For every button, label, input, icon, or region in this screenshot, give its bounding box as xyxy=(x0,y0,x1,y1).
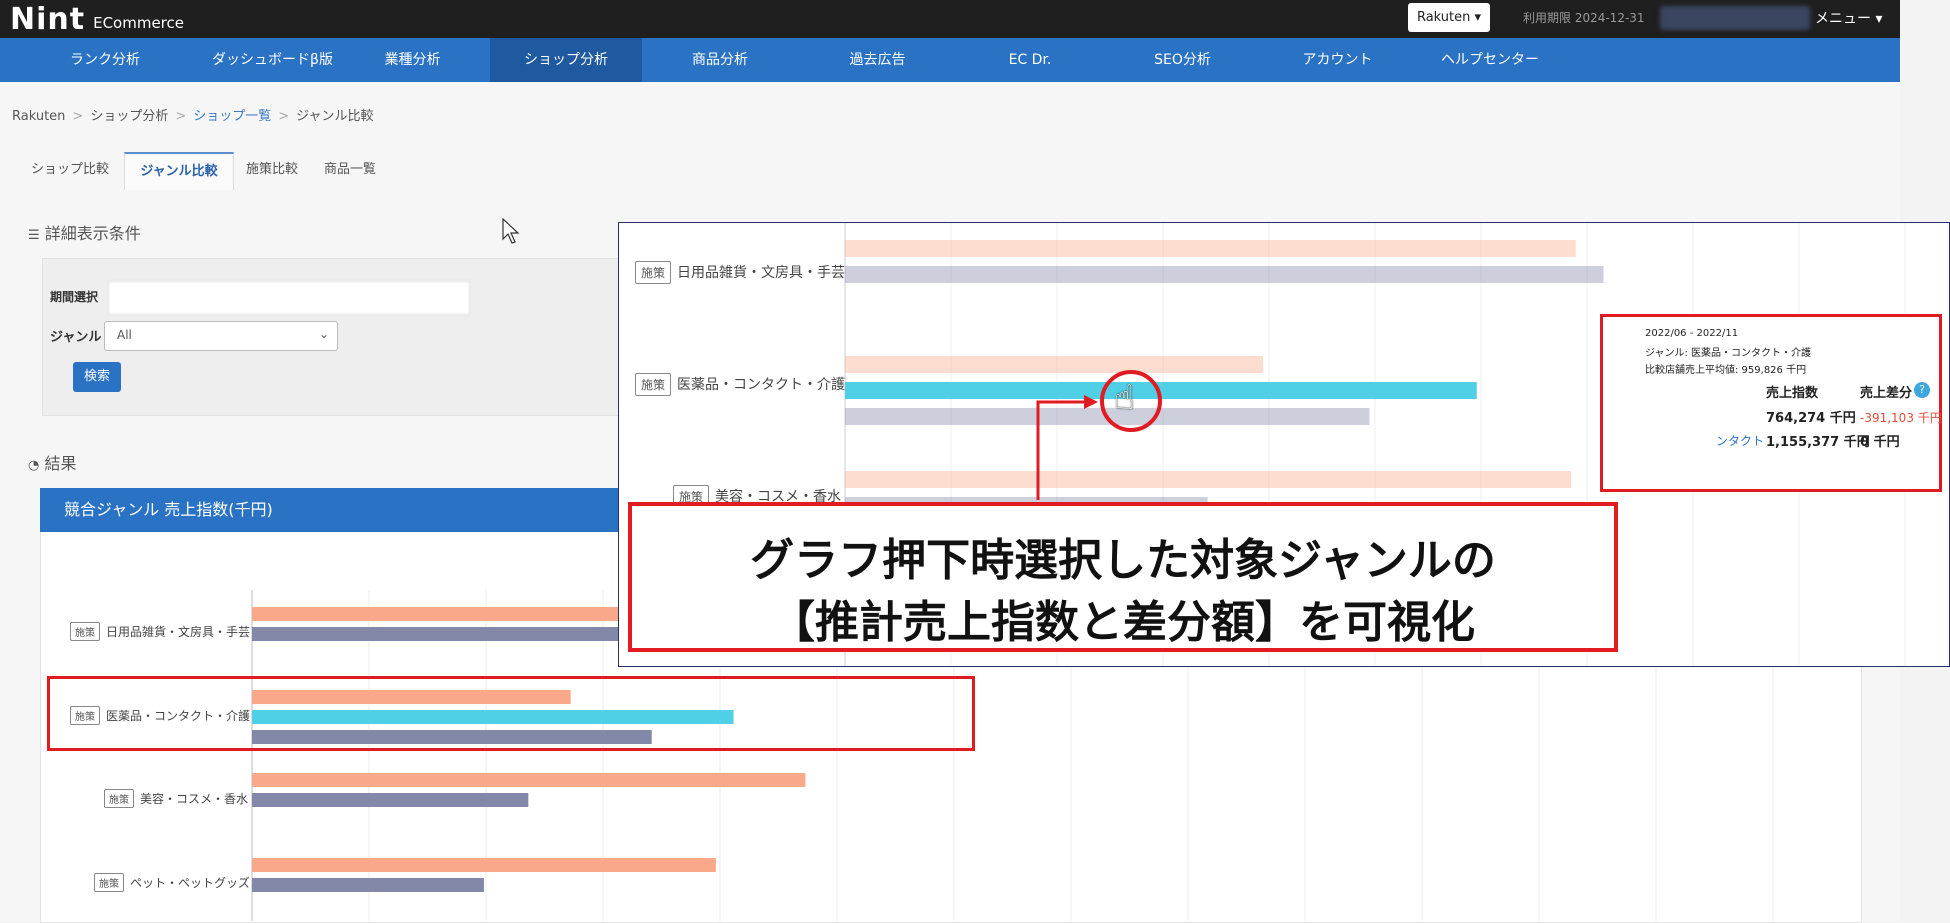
product-name: ECommerce xyxy=(93,14,184,32)
nav-item[interactable]: 商品分析 xyxy=(650,38,790,82)
tooltip-row2-diff: 0 千円 xyxy=(1860,435,1900,450)
tooltip-row1-diff: -391,103 千円 xyxy=(1860,411,1942,425)
inset-bar xyxy=(845,266,1604,283)
tooltip-genre: ジャンル: 医薬品・コンタクト・介護 xyxy=(1645,348,1812,359)
user-account-blurred[interactable] xyxy=(1660,6,1810,30)
tab-genre-compare[interactable]: ジャンル比較 xyxy=(124,152,234,190)
inset-bar xyxy=(845,356,1264,373)
region-label: Rakuten xyxy=(1416,10,1471,25)
breadcrumb-item[interactable]: ショップ分析 xyxy=(90,109,168,124)
callout-line-1: グラフ押下時選択した対象ジャンルの xyxy=(750,535,1496,586)
tooltip-row1-value: 764,274 千円 xyxy=(1766,411,1856,426)
genre-label-row[interactable]: 施策 日用品雑貨・文房具・手芸 xyxy=(70,622,250,641)
badge: 施策 xyxy=(104,789,134,808)
category-label: ペット・ペットグッズ xyxy=(130,876,251,890)
tooltip-average: 比較店舗売上平均値: 959,826 千円 xyxy=(1645,365,1807,376)
menu-label: メニュー xyxy=(1815,11,1871,27)
callout-line-2: 【推計売上指数と差分額】を可視化 xyxy=(771,597,1475,648)
highlight-frame xyxy=(47,676,975,751)
inset-bar xyxy=(845,240,1576,257)
conditions-title[interactable]: ☰ 詳細表示条件 xyxy=(28,220,141,244)
inset-category-label: 医薬品・コンタクト・介護 xyxy=(677,377,846,393)
category-label: 美容・コスメ・香水 xyxy=(140,792,249,806)
help-icon[interactable]: ? xyxy=(1914,382,1930,398)
search-button[interactable]: 検索 xyxy=(73,362,121,392)
pointer-hand-icon: ☝ xyxy=(1114,378,1135,418)
inset-genre-label[interactable]: 施策 日用品雑貨・文房具・手芸 xyxy=(635,261,845,284)
chevron-down-icon: ⌄ xyxy=(318,327,329,341)
nav-item[interactable]: ダッシュボードβ版 xyxy=(185,38,360,82)
breadcrumb-item[interactable]: Rakuten xyxy=(12,109,65,124)
period-label: 期間選択 xyxy=(50,290,99,304)
badge: 施策 xyxy=(635,373,672,396)
breadcrumb: Rakuten > ショップ分析 > ショップ一覧 > ジャンル比較 xyxy=(12,109,374,124)
chart-title: 競合ジャンル 売上指数(千円) xyxy=(64,500,273,519)
breadcrumb-item[interactable]: ショップ一覧 xyxy=(193,109,271,124)
result-title: ◔ 結果 xyxy=(28,450,76,474)
category-label: 日用品雑貨・文房具・手芸 xyxy=(106,625,251,639)
inset-bar xyxy=(845,471,1572,488)
tooltip-row2-value: 1,155,377 千円 xyxy=(1766,435,1870,450)
breadcrumb-current: ジャンル比較 xyxy=(296,109,374,124)
genre-label: ジャンル xyxy=(50,330,102,345)
nav-item[interactable]: ランク分析 xyxy=(40,38,170,82)
genre-select-value: All xyxy=(117,328,132,342)
tab-product-list[interactable]: 商品一覧 xyxy=(312,152,388,188)
result-title-text: 結果 xyxy=(44,454,77,473)
inset-genre-label[interactable]: 施策 医薬品・コンタクト・介護 xyxy=(635,373,845,396)
app-logo[interactable]: Nint ECommerce xyxy=(10,1,184,37)
genre-label-row[interactable]: 施策 ペット・ペットグッズ xyxy=(94,873,250,892)
conditions-title-text: 詳細表示条件 xyxy=(44,224,141,243)
badge: 施策 xyxy=(70,622,100,641)
genre-label-row[interactable]: 施策 美容・コスメ・香水 xyxy=(104,789,248,808)
nav-item[interactable]: SEO分析 xyxy=(1105,38,1260,82)
tooltip-row2-name: ンタクト xyxy=(1716,434,1765,448)
tooltip-period: 2022/06 - 2022/11 xyxy=(1645,328,1739,339)
badge: 施策 xyxy=(94,873,124,892)
nav-item[interactable]: 過去広告 xyxy=(800,38,955,82)
nav-item[interactable]: EC Dr. xyxy=(955,38,1105,82)
nav-item[interactable]: 業種分析 xyxy=(350,38,475,82)
main-nav: ランク分析 ダッシュボードβ版 業種分析 ショップ分析 商品分析 過去広告 EC Dr. SE… xyxy=(0,38,1900,82)
annotation-callout: グラフ押下時選択した対象ジャンルの 【推計売上指数と差分額】を可視化 xyxy=(628,502,1618,652)
sliders-icon: ☰ xyxy=(28,228,40,243)
mouse-cursor-icon xyxy=(502,218,520,244)
tooltip-col-diff: 売上差分 xyxy=(1860,386,1913,401)
nav-item[interactable]: ヘルプセンター xyxy=(1410,38,1570,82)
genre-select[interactable]: All ⌄ xyxy=(104,321,338,351)
chart-tooltip xyxy=(1600,314,1942,492)
tab-measure-compare[interactable]: 施策比較 xyxy=(236,152,308,188)
nav-item[interactable]: アカウント xyxy=(1260,38,1415,82)
badge: 施策 xyxy=(635,261,672,284)
brand-name: Nint xyxy=(10,1,86,37)
gauge-icon: ◔ xyxy=(28,458,40,473)
tab-shop-compare[interactable]: ショップ比較 xyxy=(20,152,120,188)
inset-category-label: 日用品雑貨・文房具・手芸 xyxy=(677,265,846,281)
menu-dropdown[interactable]: メニュー ▾ xyxy=(1815,8,1882,28)
expiry-text: 利用期限 2024-12-31 xyxy=(1523,11,1645,25)
tooltip-col-index: 売上指数 xyxy=(1766,386,1819,401)
period-input[interactable] xyxy=(108,281,470,315)
nav-item[interactable]: ショップ分析 xyxy=(490,38,642,82)
region-dropdown[interactable]: Rakuten ▾ xyxy=(1408,3,1490,32)
